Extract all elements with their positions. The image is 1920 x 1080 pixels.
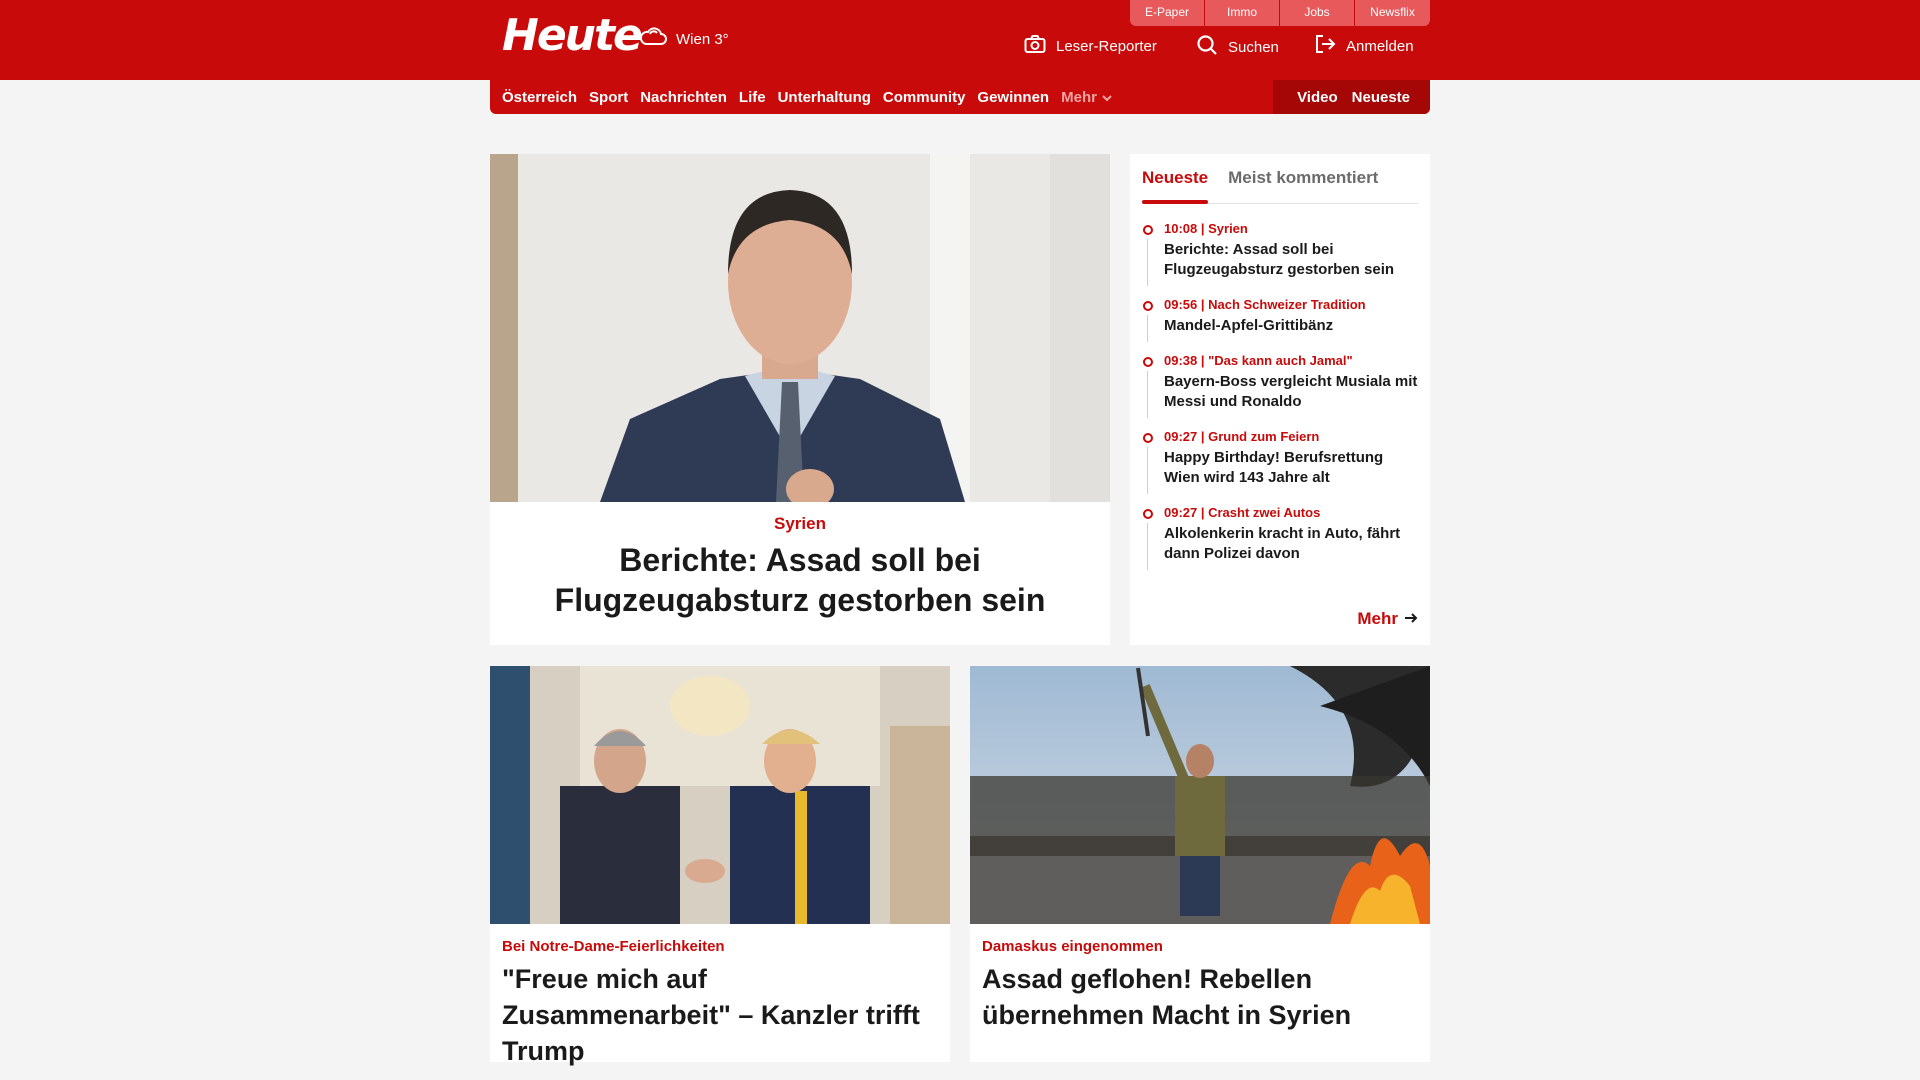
nav-more-label: Mehr bbox=[1061, 88, 1097, 106]
hero-image[interactable] bbox=[490, 154, 1110, 502]
card-kicker: Bei Notre-Dame-Feierlichkeiten bbox=[502, 938, 725, 955]
article-image-kanzler-trump[interactable] bbox=[490, 666, 950, 924]
timeline-meta: 09:56 | Nach Schweizer Tradition bbox=[1164, 297, 1366, 312]
timeline-dot bbox=[1143, 225, 1153, 235]
login-button[interactable]: Anmelden bbox=[1314, 34, 1414, 58]
nav-item-gewinnen[interactable]: Gewinnen bbox=[977, 89, 1049, 106]
timeline-line bbox=[1147, 447, 1148, 494]
timeline-item[interactable]: 09:56 | Nach Schweizer Tradition Mandel-… bbox=[1142, 296, 1418, 342]
search-label: Suchen bbox=[1228, 38, 1279, 56]
weather-cloud-icon bbox=[638, 25, 668, 53]
chevron-down-icon bbox=[1102, 89, 1112, 106]
timeline-dot bbox=[1143, 357, 1153, 367]
news-timeline: 10:08 | Syrien Berichte: Assad soll bei … bbox=[1142, 220, 1418, 570]
nav-more-dropdown[interactable]: Mehr bbox=[1061, 89, 1112, 106]
timeline-title[interactable]: Happy Birthday! Berufsrettung Wien wird … bbox=[1164, 448, 1418, 488]
card-title[interactable]: "Freue mich auf Zusammenarbeit" – Kanzle… bbox=[502, 961, 938, 1069]
weather-widget[interactable]: Wien 3° bbox=[638, 25, 729, 53]
main-nav: Österreich Sport Nachrichten Life Unterh… bbox=[490, 80, 1430, 114]
topbar-links: E-Paper Immo Jobs Newsflix bbox=[1130, 0, 1430, 26]
sidebar-tabs: Neueste Meist kommentiert bbox=[1142, 162, 1418, 204]
news-sidebar: Neueste Meist kommentiert 10:08 | Syrien… bbox=[1130, 154, 1430, 645]
login-icon bbox=[1314, 34, 1336, 58]
hero-article[interactable]: Syrien Berichte: Assad soll bei Flugzeug… bbox=[490, 154, 1110, 645]
timeline-item[interactable]: 09:27 | Crasht zwei Autos Alkolenkerin k… bbox=[1142, 504, 1418, 570]
nav-item-unterhaltung[interactable]: Unterhaltung bbox=[778, 89, 871, 106]
topbar-link-newsflix[interactable]: Newsflix bbox=[1355, 0, 1430, 26]
timeline-dot bbox=[1143, 509, 1153, 519]
timeline-line bbox=[1147, 239, 1148, 286]
search-button[interactable]: Suchen bbox=[1196, 34, 1279, 60]
nav-item-life[interactable]: Life bbox=[739, 89, 766, 106]
timeline-dot bbox=[1143, 433, 1153, 443]
card-kicker: Damaskus eingenommen bbox=[982, 938, 1163, 955]
timeline-meta: 09:27 | Crasht zwei Autos bbox=[1164, 505, 1321, 520]
timeline-line bbox=[1147, 371, 1148, 418]
article-image-rebellen-syrien[interactable] bbox=[970, 666, 1430, 924]
nav-neueste-link[interactable]: Neueste bbox=[1352, 89, 1410, 106]
topbar-link-epaper[interactable]: E-Paper bbox=[1130, 0, 1205, 26]
nav-item-community[interactable]: Community bbox=[883, 89, 966, 106]
leser-reporter-label: Leser-Reporter bbox=[1056, 37, 1157, 55]
leser-reporter-link[interactable]: Leser-Reporter bbox=[1024, 34, 1157, 58]
timeline-line bbox=[1147, 315, 1148, 342]
timeline-title[interactable]: Alkolenkerin kracht in Auto, fährt dann … bbox=[1164, 524, 1418, 564]
article-card[interactable]: Damaskus eingenommen Assad geflohen! Reb… bbox=[970, 666, 1430, 1062]
camera-icon bbox=[1024, 34, 1046, 58]
search-icon bbox=[1196, 34, 1218, 60]
nav-video-link[interactable]: Video bbox=[1297, 89, 1338, 106]
timeline-item[interactable]: 10:08 | Syrien Berichte: Assad soll bei … bbox=[1142, 220, 1418, 286]
timeline-item[interactable]: 09:38 | "Das kann auch Jamal" Bayern-Bos… bbox=[1142, 352, 1418, 418]
timeline-title[interactable]: Bayern-Boss vergleicht Musiala mit Messi… bbox=[1164, 372, 1418, 412]
timeline-dot bbox=[1143, 301, 1153, 311]
topbar-link-jobs[interactable]: Jobs bbox=[1280, 0, 1355, 26]
article-card[interactable]: Bei Notre-Dame-Feierlichkeiten "Freue mi… bbox=[490, 666, 950, 1066]
timeline-title[interactable]: Berichte: Assad soll bei Flugzeugabsturz… bbox=[1164, 240, 1418, 280]
topbar-link-immo[interactable]: Immo bbox=[1205, 0, 1280, 26]
hero-title[interactable]: Berichte: Assad soll bei Flugzeugabsturz… bbox=[490, 540, 1110, 620]
sidebar-more-link[interactable]: Mehr bbox=[1357, 609, 1418, 629]
timeline-line bbox=[1147, 523, 1148, 570]
tab-neueste[interactable]: Neueste bbox=[1142, 162, 1209, 204]
timeline-meta: 09:27 | Grund zum Feiern bbox=[1164, 429, 1320, 444]
arrow-right-icon bbox=[1404, 609, 1418, 629]
login-label: Anmelden bbox=[1346, 37, 1414, 55]
timeline-meta: 10:08 | Syrien bbox=[1164, 221, 1248, 236]
sidebar-more-label: Mehr bbox=[1357, 609, 1398, 628]
weather-text: Wien 3° bbox=[676, 30, 729, 48]
timeline-item[interactable]: 09:27 | Grund zum Feiern Happy Birthday!… bbox=[1142, 428, 1418, 494]
timeline-meta: 09:38 | "Das kann auch Jamal" bbox=[1164, 353, 1353, 368]
timeline-title[interactable]: Mandel-Apfel-Grittibänz bbox=[1164, 316, 1418, 336]
nav-item-oesterreich[interactable]: Österreich bbox=[502, 89, 577, 106]
card-title[interactable]: Assad geflohen! Rebellen übernehmen Mach… bbox=[982, 961, 1418, 1033]
nav-item-nachrichten[interactable]: Nachrichten bbox=[640, 89, 727, 106]
site-logo[interactable]: Heute bbox=[502, 10, 643, 61]
hero-kicker: Syrien bbox=[774, 514, 826, 533]
tab-meist-kommentiert[interactable]: Meist kommentiert bbox=[1228, 162, 1378, 203]
site-header bbox=[0, 0, 1920, 80]
nav-right-group: Video Neueste bbox=[1273, 80, 1430, 114]
nav-item-sport[interactable]: Sport bbox=[589, 89, 628, 106]
